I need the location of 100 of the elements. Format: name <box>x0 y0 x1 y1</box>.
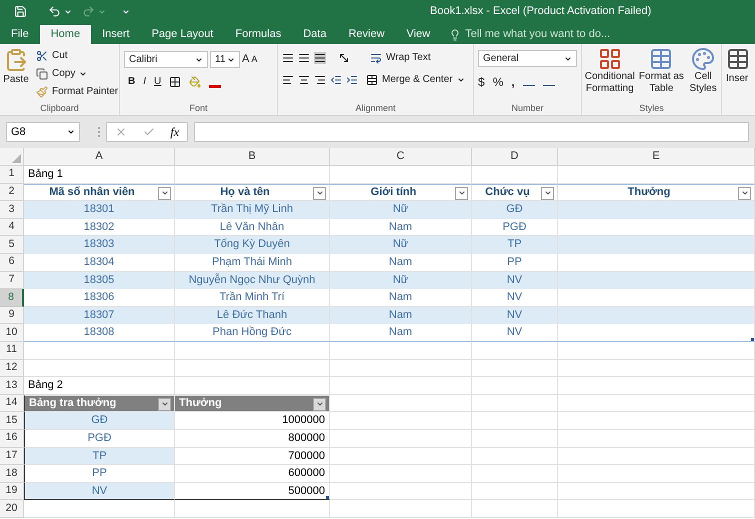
window-title: Book1.xlsx - Excel (Product Activation Failed) <box>430 4 652 20</box>
cell-text: Nữ <box>392 272 408 288</box>
column-header[interactable]: E <box>558 148 755 166</box>
merge-center-button[interactable]: Merge & Center <box>366 72 465 87</box>
row-header[interactable]: 19 <box>0 482 24 500</box>
bottom-align-icon[interactable] <box>314 52 326 64</box>
row-header[interactable]: 4 <box>0 218 24 236</box>
middle-align-icon[interactable] <box>298 52 310 64</box>
filter-dropdown-button[interactable] <box>313 398 326 411</box>
paintbrush-icon <box>36 86 48 98</box>
top-align-icon[interactable] <box>282 52 294 64</box>
resize-handle-icon[interactable] <box>326 496 329 500</box>
ribbon-tab[interactable]: Formulas <box>224 25 292 44</box>
row-header[interactable]: 5 <box>0 236 24 254</box>
row-header[interactable]: 13 <box>0 377 24 395</box>
row-header[interactable]: 7 <box>0 272 24 290</box>
ribbon-tab[interactable]: Review <box>337 25 396 44</box>
cell-text: 700000 <box>288 448 325 464</box>
comma-button[interactable]: , <box>511 73 515 91</box>
filter-dropdown-button[interactable] <box>455 186 468 200</box>
formula-input-field[interactable] <box>194 122 749 142</box>
styles-button[interactable]: Cell Styles <box>685 47 721 102</box>
row-header[interactable]: 12 <box>0 360 24 378</box>
cell-text: Bảng 2 <box>28 378 63 394</box>
row-header[interactable]: 3 <box>0 201 24 219</box>
ribbon-tab[interactable]: File <box>0 25 40 44</box>
borders-icon[interactable] <box>169 76 182 88</box>
row-header[interactable]: 9 <box>0 306 24 324</box>
row-header[interactable]: 17 <box>0 448 24 466</box>
styles-button[interactable]: Format as Table <box>638 47 686 102</box>
decrease-indent-icon[interactable] <box>330 74 342 86</box>
align-right-icon[interactable] <box>314 74 326 86</box>
percent-button[interactable]: % <box>492 73 504 91</box>
format-painter-button[interactable]: Format Painter <box>36 84 118 99</box>
italic-button[interactable]: I <box>143 74 146 89</box>
row-header[interactable]: 11 <box>0 342 24 360</box>
undo-icon[interactable] <box>48 5 61 18</box>
wrap-text-button[interactable]: Wrap Text <box>370 50 431 65</box>
row-header[interactable]: 16 <box>0 430 24 448</box>
ribbon-tab[interactable]: Insert <box>91 25 141 44</box>
fill-color-icon[interactable] <box>189 76 202 88</box>
column-header[interactable]: A <box>24 148 175 166</box>
align-left-icon[interactable] <box>282 74 294 86</box>
font-name-dropdown[interactable]: Calibri <box>124 51 208 68</box>
palette-icon <box>691 47 716 71</box>
cell-text: Bảng 1 <box>28 167 63 182</box>
name-box[interactable]: G8 <box>6 122 80 142</box>
filter-dropdown-button[interactable] <box>158 186 171 200</box>
cell-text: 1000000 <box>282 413 325 428</box>
insert-function-button[interactable]: fx <box>170 123 180 141</box>
save-icon[interactable] <box>14 5 27 18</box>
currency-button[interactable]: $ <box>478 73 485 91</box>
row-header[interactable]: 18 <box>0 465 24 483</box>
row-header[interactable]: 2 <box>0 184 24 202</box>
cell-text: Nam <box>388 255 412 270</box>
cell-text: PP <box>507 255 522 270</box>
underline-button[interactable]: U <box>154 74 162 89</box>
grow-font-button[interactable]: A <box>242 51 250 68</box>
caret-icon <box>98 8 106 16</box>
ribbon-tab[interactable]: Home <box>40 25 92 44</box>
column-header[interactable]: C <box>330 148 472 166</box>
increase-indent-icon[interactable] <box>346 74 358 86</box>
caret-icon <box>456 76 465 84</box>
row-header[interactable]: 8 <box>0 289 24 307</box>
row-header[interactable]: 15 <box>0 412 24 430</box>
caret-icon <box>64 8 72 16</box>
caret-icon <box>160 400 168 408</box>
shrink-font-button[interactable]: A <box>251 52 258 66</box>
filter-dropdown-button[interactable] <box>158 398 171 411</box>
paste-button[interactable]: Paste <box>0 48 32 102</box>
column-header[interactable]: D <box>472 148 558 166</box>
cell-text: Tống Kỳ Duyên <box>214 237 290 252</box>
filter-dropdown-button[interactable] <box>541 186 554 200</box>
bold-button[interactable]: B <box>128 74 136 89</box>
number-format-dropdown[interactable]: General <box>478 50 577 67</box>
ribbon-tab[interactable]: View <box>396 25 442 44</box>
cell-text: PP <box>92 466 107 482</box>
caret-icon <box>79 70 88 78</box>
filter-dropdown-button[interactable] <box>738 186 751 200</box>
tell-me-field[interactable]: Tell me what you want to do... <box>449 25 666 44</box>
cut-button[interactable]: Cut <box>36 48 118 63</box>
insert-button[interactable]: Inser <box>722 44 755 115</box>
align-center-icon[interactable] <box>298 74 310 86</box>
styles-button[interactable]: Conditional Formatting <box>582 47 638 102</box>
row-header[interactable]: 1 <box>0 166 24 184</box>
row-header[interactable]: 10 <box>0 324 24 342</box>
cell-text: Chức vụ <box>485 185 530 200</box>
row-header[interactable]: 6 <box>0 254 24 272</box>
column-header[interactable]: B <box>175 148 330 166</box>
cell-text: NV <box>506 272 522 288</box>
filter-dropdown-button[interactable] <box>313 186 326 200</box>
ribbon-tab[interactable]: Page Layout <box>140 25 224 44</box>
copy-button[interactable]: Copy <box>36 66 118 81</box>
ribbon-tab[interactable]: Data <box>292 25 338 44</box>
caret-icon <box>544 189 552 198</box>
font-size-dropdown[interactable]: 11 <box>210 51 240 68</box>
cell-text: Thưởng <box>628 185 670 200</box>
row-header[interactable]: 14 <box>0 394 24 412</box>
resize-handle-icon[interactable] <box>751 338 754 341</box>
row-header[interactable]: 20 <box>0 500 24 518</box>
